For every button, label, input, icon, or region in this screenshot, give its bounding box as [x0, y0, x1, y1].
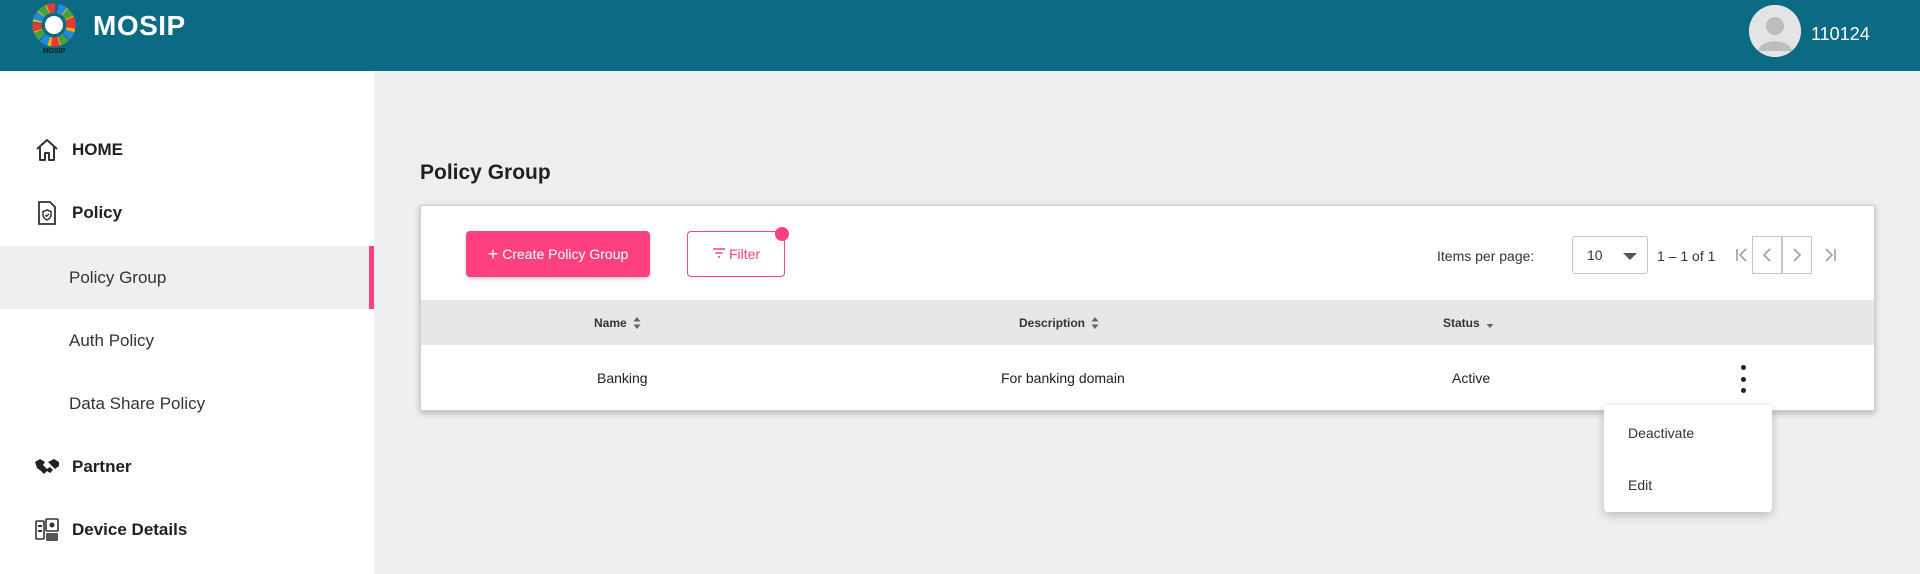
svg-text:MOSIP: MOSIP	[43, 48, 66, 55]
sidebar-item-label: Device Details	[72, 519, 188, 539]
create-policy-group-button[interactable]: + Create Policy Group	[466, 231, 650, 277]
user-avatar[interactable]	[1749, 5, 1801, 57]
row-actions-menu-icon[interactable]	[1733, 365, 1753, 393]
create-button-label: Create Policy Group	[502, 246, 629, 262]
cell-name: Banking	[597, 369, 648, 386]
pagination-range-label: 1 – 1 of 1	[1657, 248, 1716, 264]
sidebar-item-label: HOME	[72, 139, 123, 159]
menu-item-edit[interactable]: Edit	[1604, 460, 1772, 510]
sidebar-item-label: Policy	[72, 202, 123, 222]
previous-page-button[interactable]	[1752, 236, 1782, 274]
items-per-page-select[interactable]: 10	[1572, 236, 1648, 274]
table-row[interactable]: Banking For banking domain Active	[421, 345, 1874, 410]
user-id-label[interactable]: 110124	[1811, 24, 1870, 45]
menu-item-deactivate[interactable]: Deactivate	[1604, 408, 1772, 458]
column-header-label: Description	[1019, 315, 1086, 330]
filter-button[interactable]: Filter	[687, 227, 789, 277]
active-indicator	[369, 246, 374, 309]
brand-title: MOSIP	[93, 10, 186, 41]
sidebar-item-policy-group[interactable]: Policy Group	[0, 246, 374, 309]
caret-down-icon	[1623, 253, 1637, 260]
device-icon	[34, 517, 60, 543]
chevron-left-icon	[1762, 248, 1771, 262]
filter-active-badge	[775, 227, 789, 241]
next-page-button[interactable]	[1782, 236, 1812, 274]
column-header-name[interactable]: Name	[594, 300, 641, 345]
sidebar-item-data-share-policy[interactable]: Data Share Policy	[0, 372, 374, 435]
sort-icon	[1091, 316, 1099, 329]
page-title: Policy Group	[420, 161, 551, 184]
items-per-page-value: 10	[1587, 247, 1603, 263]
filter-button-label: Filter	[728, 246, 761, 262]
table-header: Name Description Status	[421, 300, 1874, 345]
sidebar: HOME Policy Policy Group Auth Policy Dat…	[0, 71, 374, 574]
sidebar-item-device-details[interactable]: Device Details	[0, 498, 374, 561]
sort-descending-icon	[1486, 323, 1494, 328]
mosip-logo: MOSIP	[30, 3, 78, 55]
sidebar-item-label: Policy Group	[69, 267, 167, 287]
sidebar-item-policy[interactable]: Policy	[0, 181, 374, 244]
cell-status: Active	[1452, 369, 1491, 386]
sidebar-item-partner[interactable]: Partner	[0, 435, 374, 498]
sidebar-item-auth-policy[interactable]: Auth Policy	[0, 309, 374, 372]
column-header-status[interactable]: Status	[1443, 300, 1494, 345]
column-header-label: Status	[1443, 315, 1480, 330]
first-page-icon	[1736, 248, 1747, 262]
last-page-button[interactable]	[1815, 236, 1845, 274]
chevron-right-icon	[1793, 248, 1802, 262]
column-header-label: Name	[594, 315, 627, 330]
home-icon	[34, 137, 60, 163]
items-per-page-label: Items per page:	[1437, 248, 1535, 264]
policy-group-table-card: + Create Policy Group Filter Items per p…	[420, 205, 1875, 411]
filter-icon	[712, 246, 726, 262]
row-actions-menu: Deactivate Edit	[1604, 405, 1772, 512]
cell-description: For banking domain	[1001, 369, 1125, 386]
sort-icon	[633, 316, 641, 329]
column-header-description[interactable]: Description	[1019, 300, 1099, 345]
sidebar-item-label: Data Share Policy	[69, 393, 206, 413]
sidebar-item-label: Auth Policy	[69, 330, 155, 350]
plus-icon: +	[487, 244, 499, 264]
sidebar-item-home[interactable]: HOME	[0, 118, 374, 181]
last-page-icon	[1825, 248, 1836, 262]
sidebar-item-label: Partner	[72, 456, 132, 476]
policy-document-icon	[34, 200, 60, 226]
user-silhouette-icon	[1749, 5, 1801, 57]
handshake-icon	[34, 454, 60, 480]
top-header-bar: MOSIP MOSIP 110124	[0, 0, 1920, 71]
